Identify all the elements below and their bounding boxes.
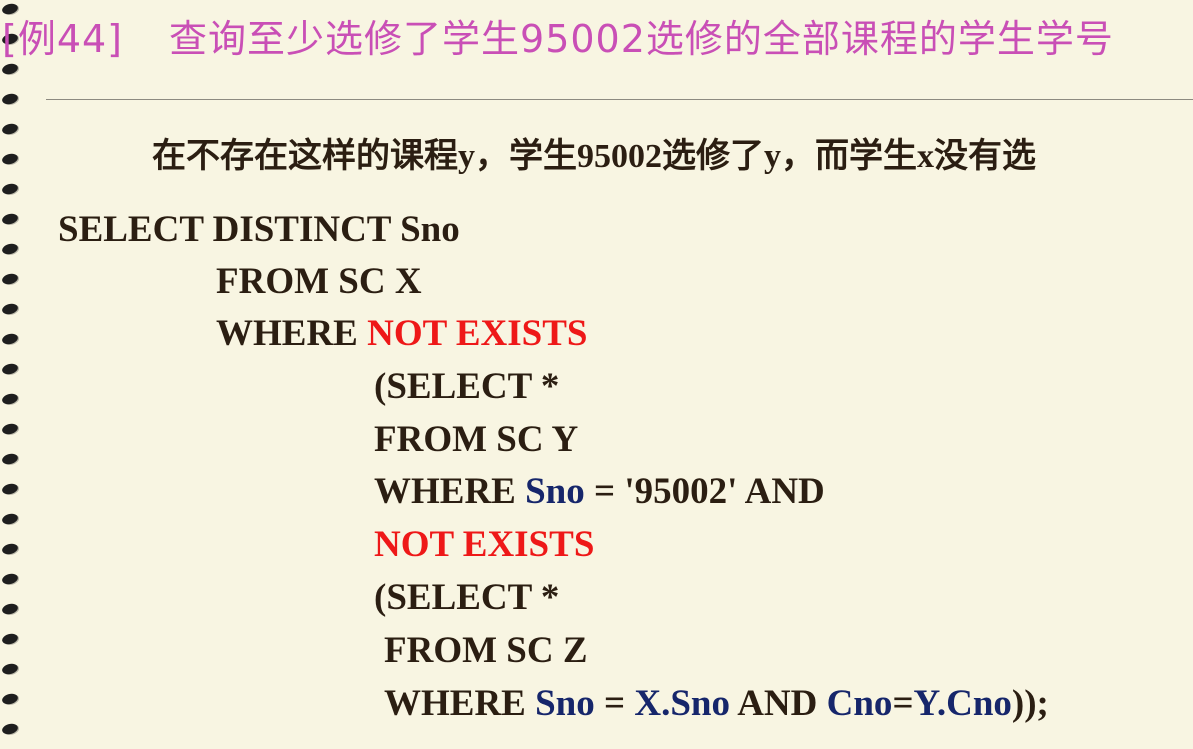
code-line-3: WHERE NOT EXISTS <box>216 308 588 360</box>
binding-hole-icon <box>1 182 19 196</box>
code-line-9: FROM SC Z <box>384 630 588 671</box>
title-text: 查询至少选修了学生95002选修的全部课程的学生学号 <box>169 17 1114 61</box>
identifier-y-cno: Y.Cno <box>913 683 1012 724</box>
keyword-where: WHERE <box>374 471 526 512</box>
binding-hole-icon <box>1 422 19 436</box>
identifier-x-sno: X.Sno <box>634 683 730 724</box>
binding-hole-icon <box>1 482 19 496</box>
title-divider <box>46 99 1193 100</box>
code-line-10: WHERE Sno = X.Sno AND Cno=Y.Cno)); <box>384 678 1049 730</box>
identifier-sno: Sno <box>525 471 585 512</box>
code-line-6: WHERE Sno = '95002' AND <box>374 466 825 518</box>
binding-rings <box>0 0 28 749</box>
operator-equals: = <box>594 683 635 724</box>
keyword-and: AND <box>730 683 827 724</box>
keyword-not-exists: NOT EXISTS <box>367 313 588 354</box>
binding-hole-icon <box>1 332 19 346</box>
binding-hole-icon <box>1 242 19 256</box>
binding-hole-icon <box>1 512 19 526</box>
slide-title: [例44] 查询至少选修了学生95002选修的全部课程的学生学号 <box>2 14 1114 64</box>
binding-hole-icon <box>1 602 19 616</box>
code-line-7: NOT EXISTS <box>374 524 595 565</box>
code-line-5: FROM SC Y <box>374 419 579 460</box>
keyword-where: WHERE <box>384 683 536 724</box>
binding-hole-icon <box>1 692 19 706</box>
binding-hole-icon <box>1 722 19 736</box>
example-number: [例44] <box>2 17 124 61</box>
operator-equals: = <box>892 683 914 724</box>
binding-hole-icon <box>1 62 19 76</box>
identifier-sno: Sno <box>535 683 595 724</box>
binding-hole-icon <box>1 662 19 676</box>
closing-parens: )); <box>1011 683 1049 724</box>
binding-hole-icon <box>1 152 19 166</box>
binding-hole-icon <box>1 542 19 556</box>
code-line-1: SELECT DISTINCT Sno <box>58 209 460 250</box>
binding-hole-icon <box>1 572 19 586</box>
binding-hole-icon <box>1 362 19 376</box>
code-line-8: (SELECT * <box>374 577 560 618</box>
binding-hole-icon <box>1 392 19 406</box>
binding-hole-icon <box>1 122 19 136</box>
binding-hole-icon <box>1 632 19 646</box>
code-line-2: FROM SC X <box>216 261 422 302</box>
binding-hole-icon <box>1 92 19 106</box>
identifier-cno: Cno <box>826 683 893 724</box>
explanation-text: 在不存在这样的课程y，学生95002选修了y，而学生x没有选 <box>152 138 1036 175</box>
keyword-where: WHERE <box>216 313 368 354</box>
condition-text: = '95002' AND <box>584 471 825 512</box>
code-line-4: (SELECT * <box>374 366 560 407</box>
binding-hole-icon <box>1 272 19 286</box>
binding-hole-icon <box>1 452 19 466</box>
binding-hole-icon <box>1 212 19 226</box>
binding-hole-icon <box>1 302 19 316</box>
